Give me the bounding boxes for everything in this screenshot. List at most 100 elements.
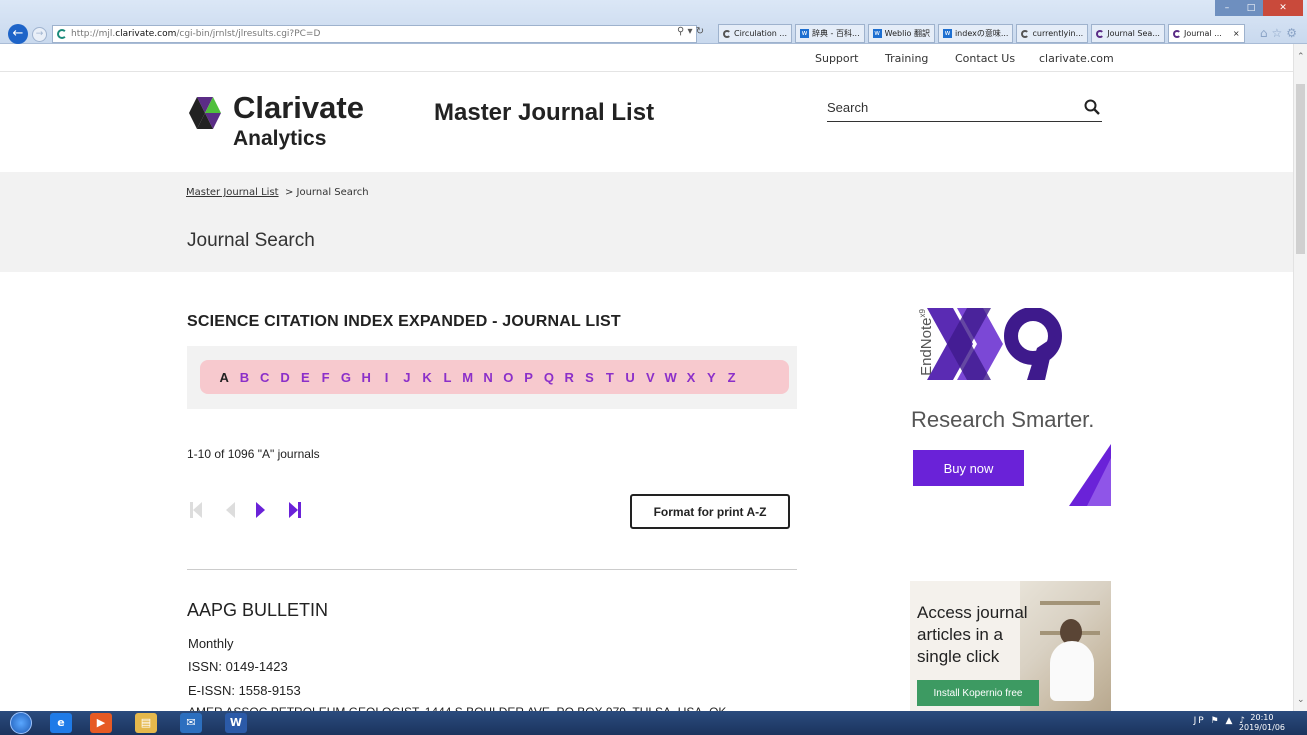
letter-link-m[interactable]: M [458,370,478,385]
letter-link-l[interactable]: L [437,370,457,385]
letter-link-o[interactable]: O [498,370,518,385]
letter-link-b[interactable]: B [234,370,254,385]
training-link[interactable]: Training [885,52,928,65]
search-input[interactable] [827,96,1067,118]
letter-link-e[interactable]: E [295,370,315,385]
browser-tab[interactable]: Journal ... × [1167,24,1245,43]
browser-tab-label: Journal Sea... [1107,29,1160,38]
divider [187,569,797,570]
next-page-icon[interactable] [255,500,267,520]
breadcrumb: Master Journal List > Journal Search [186,187,369,198]
close-tab-icon[interactable]: × [1233,25,1240,42]
scroll-down-icon[interactable]: ⌄ [1297,695,1305,705]
search-refresh-icon[interactable]: ⚲ ▾ ↻ [677,26,704,37]
browser-tab[interactable]: w 辞典 - 百科... [795,24,865,43]
alphabet-bar: ABCDEFGHIJKLMNOPQRSTUVWXYZ [200,360,789,394]
url-path: /cgi-bin/jrnlst/jlresults.cgi?PC=D [176,29,321,39]
browser-tab[interactable]: w indexの意味... [937,24,1014,43]
weblio-icon: w [800,29,810,38]
journal-list-title: SCIENCE CITATION INDEX EXPANDED - JOURNA… [187,313,621,330]
first-page-icon[interactable] [189,500,203,520]
format-for-print-button[interactable]: Format for print A-Z [630,494,790,529]
letter-link-p[interactable]: P [518,370,538,385]
kopernio-ad[interactable]: Access journal articles in a single clic… [910,581,1111,716]
journal-frequency: Monthly [188,636,234,651]
clarivate-com-link[interactable]: clarivate.com [1039,52,1114,65]
home-star-gear-icons[interactable]: ⌂☆⚙ [1260,26,1301,40]
browser-tab-label: 辞典 - 百科... [812,29,860,38]
letter-link-x[interactable]: X [681,370,701,385]
browser-tab-label: Weblio 翻訳 [884,29,930,38]
search-icon[interactable] [1084,99,1100,115]
kopernio-headline: Access journal articles in a single clic… [917,603,1028,666]
breadcrumb-separator: > [284,187,294,198]
back-icon[interactable]: ← [8,24,28,44]
letter-link-j[interactable]: J [397,370,417,385]
ie-taskbar-icon[interactable]: e [50,713,72,733]
browser-tab[interactable]: Journal Sea... [1091,24,1165,43]
letter-link-q[interactable]: Q [539,370,559,385]
letter-link-u[interactable]: U [620,370,640,385]
letter-link-i[interactable]: I [376,370,396,385]
buy-now-button[interactable]: Buy now [913,450,1024,486]
search-box [827,96,1102,122]
media-taskbar-icon[interactable]: ▶ [90,713,112,733]
letter-link-r[interactable]: R [559,370,579,385]
site-favicon-icon [1021,29,1030,38]
letter-link-a[interactable]: A [214,370,234,385]
letter-link-k[interactable]: K [417,370,437,385]
letter-link-n[interactable]: N [478,370,498,385]
forward-icon[interactable]: → [32,27,47,42]
outlook-taskbar-icon[interactable]: ✉ [180,713,202,733]
scroll-thumb[interactable] [1296,84,1305,254]
support-link[interactable]: Support [815,52,858,65]
install-kopernio-button[interactable]: Install Kopernio free [917,680,1039,706]
address-bar[interactable]: http://mjl.clarivate.com/cgi-bin/jrnlst/… [52,25,697,43]
site-favicon-icon [57,29,67,39]
word-taskbar-icon[interactable]: W [225,713,247,733]
page-scrollbar[interactable]: ⌃ ⌄ [1293,44,1307,711]
window-controls: – □ ✕ [1215,0,1303,16]
letter-link-d[interactable]: D [275,370,295,385]
site-favicon-icon [1172,29,1181,38]
endnote-tagline: Research Smarter. [911,407,1095,432]
browser-tab-label: indexの意味... [954,29,1009,38]
letter-link-z[interactable]: Z [721,370,741,385]
windows-taskbar: e ▶ ▤ ✉ W JP ⚑ ▲ ♪ 20:10 2019/01/06 [0,711,1307,735]
photo-shelf [1040,601,1100,605]
logo-subtitle[interactable]: Analytics [233,127,326,151]
last-page-icon[interactable] [288,500,302,520]
letter-link-h[interactable]: H [356,370,376,385]
endnote-ad[interactable]: EndNotex9 Research Smarter. Buy now [905,300,1111,510]
close-window-icon[interactable]: ✕ [1263,0,1303,16]
browser-tab-label: currentlyin... [1032,29,1084,38]
scroll-up-icon[interactable]: ⌃ [1297,52,1305,62]
top-links: Support Training Contact Us clarivate.co… [0,44,1293,72]
browser-tab[interactable]: currentlyin... [1016,24,1089,43]
clarivate-logo-icon[interactable] [187,95,223,131]
letter-link-y[interactable]: Y [701,370,721,385]
letter-link-f[interactable]: F [315,370,335,385]
letter-link-t[interactable]: T [600,370,620,385]
breadcrumb-current: Journal Search [296,187,369,198]
browser-tab[interactable]: Circulation ... [718,24,793,43]
maximize-icon[interactable]: □ [1239,0,1263,16]
site-favicon-icon [1096,29,1105,38]
clock[interactable]: 20:10 2019/01/06 [1239,713,1285,733]
journal-issn: ISSN: 0149-1423 [188,659,288,674]
start-button-icon[interactable] [10,712,32,734]
breadcrumb-home-link[interactable]: Master Journal List [186,187,279,198]
contact-us-link[interactable]: Contact Us [955,52,1015,65]
result-count: 1-10 of 1096 "A" journals [187,447,320,461]
previous-page-icon[interactable] [224,500,236,520]
letter-link-g[interactable]: G [336,370,356,385]
logo-name[interactable]: Clarivate [233,92,364,124]
letter-link-s[interactable]: S [579,370,599,385]
letter-link-c[interactable]: C [255,370,275,385]
letter-link-w[interactable]: W [661,370,681,385]
letter-link-v[interactable]: V [640,370,660,385]
explorer-taskbar-icon[interactable]: ▤ [135,713,157,733]
browser-tab[interactable]: w Weblio 翻訳 [867,24,935,43]
minimize-icon[interactable]: – [1215,0,1239,16]
ad-decoration [1069,444,1111,506]
